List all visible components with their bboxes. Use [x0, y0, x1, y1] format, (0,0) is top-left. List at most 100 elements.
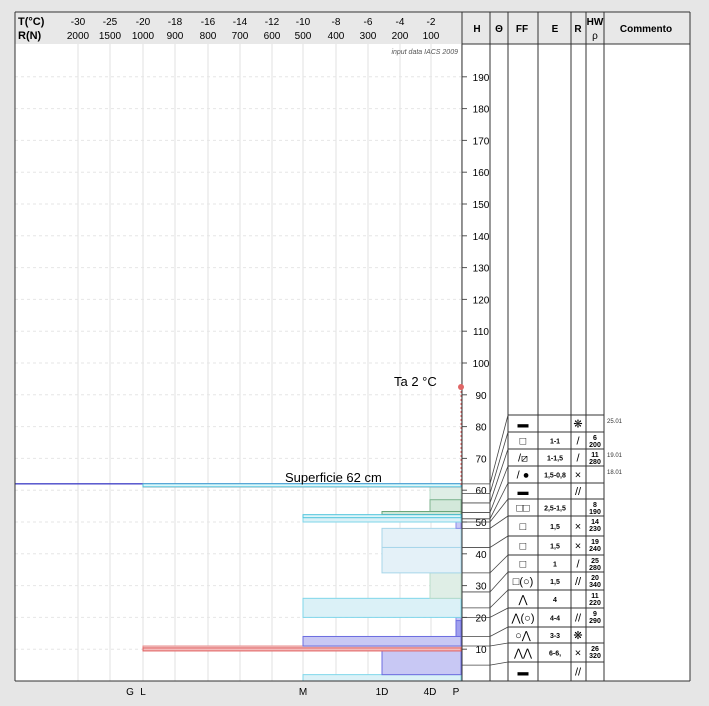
layer-ram-symbol: ❋ — [573, 419, 582, 431]
layer-density-value: 220 — [589, 600, 601, 607]
height-tick-label: 120 — [473, 295, 490, 306]
height-tick-label: 50 — [475, 518, 487, 529]
height-tick-label: 170 — [473, 136, 490, 147]
hardness-bar — [429, 499, 462, 513]
height-tick-label: 110 — [473, 327, 489, 338]
layer-hw-value: 25 — [591, 558, 599, 565]
layer-density-value: 200 — [589, 442, 601, 449]
layer-hw-value: 6 — [593, 435, 597, 442]
layer-grain-form: ▬ — [518, 486, 529, 498]
temperature-tick: -10 — [296, 17, 311, 28]
col-header-HW: HW — [587, 17, 604, 28]
layer-hw-value: 8 — [593, 502, 597, 509]
layer-grain-form: □□ — [516, 503, 530, 515]
hardness-bar — [381, 527, 462, 548]
height-tick-label: 180 — [473, 105, 490, 116]
ram-tick: 1000 — [132, 31, 155, 42]
layer-ram-symbol: // — [575, 486, 582, 498]
hardness-bar — [429, 572, 462, 599]
hardness-label: L — [140, 687, 146, 698]
air-temp-marker — [458, 384, 464, 390]
layer-grain-size: 4 — [553, 597, 557, 604]
layer-grain-form: □ — [520, 436, 527, 448]
ram-tick: 2000 — [67, 31, 90, 42]
layer-grain-size: 1,5 — [550, 524, 560, 531]
ram-tick: 900 — [167, 31, 184, 42]
layer-density-value: 280 — [589, 565, 601, 572]
layer-grain-size: 6-6, — [549, 651, 561, 658]
hardness-bar — [302, 635, 462, 647]
temperature-row-label: T(°C) — [18, 16, 45, 28]
height-tick-label: 140 — [473, 232, 490, 243]
layer-grain-size: 1 — [553, 562, 557, 569]
layer-ram-symbol: // — [575, 613, 582, 625]
layer-density-value: 240 — [589, 546, 601, 553]
hardness-bar — [455, 521, 462, 529]
layer-grain-form: ⋀(○) — [511, 613, 535, 625]
height-tick-label: 90 — [475, 391, 487, 402]
layer-grain-size: 1,5 — [550, 579, 560, 586]
layer-hw-value: 14 — [591, 519, 599, 526]
col-header-theta: Θ — [495, 24, 503, 35]
layer-grain-size: 1,5 — [550, 544, 560, 551]
hardness-bar — [302, 514, 462, 519]
temperature-tick: -25 — [103, 17, 118, 28]
hardness-label: G — [126, 687, 134, 698]
temperature-tick: -14 — [233, 17, 248, 28]
layer-grain-form: ▬ — [518, 667, 529, 679]
temperature-tick: -18 — [168, 17, 183, 28]
temperature-tick: -4 — [396, 17, 405, 28]
ram-tick: 1500 — [99, 31, 122, 42]
layer-ram-symbol: // — [575, 576, 582, 588]
height-tick-label: 130 — [473, 264, 490, 275]
layer-density-value: 290 — [589, 618, 601, 625]
height-tick-label: 160 — [473, 168, 490, 179]
layer-hw-value: 20 — [591, 575, 599, 582]
layer-hw-value: 26 — [591, 646, 599, 653]
layer-grain-form: ○⋀ — [515, 630, 532, 642]
temperature-tick: -2 — [427, 17, 436, 28]
col-header-rho: ρ — [592, 31, 598, 42]
hardness-bar — [302, 674, 462, 682]
layer-comment: 19.01 — [607, 453, 623, 459]
temperature-tick: -12 — [265, 17, 280, 28]
layer-comment: 18.01 — [607, 470, 623, 476]
layer-grain-size: 1,5-0,8 — [544, 473, 566, 480]
layer-grain-form: ⋀⋀ — [513, 648, 533, 660]
hardness-bar — [302, 597, 462, 618]
temperature-tick: -8 — [332, 17, 341, 28]
layer-grain-size: 1-1,5 — [547, 456, 563, 463]
source-note: input data IACS 2009 — [391, 49, 458, 56]
hardness-bar — [381, 546, 462, 574]
layer-hw-value: 11 — [591, 593, 599, 600]
hardness-label: P — [453, 687, 460, 698]
ram-tick: 100 — [423, 31, 440, 42]
col-header-R: R — [574, 24, 582, 35]
height-tick-label: 70 — [475, 454, 487, 465]
snow-profile-chart: 1020304050607080901001101201301401501601… — [14, 11, 691, 698]
layer-density-value: 190 — [589, 509, 601, 516]
ram-tick: 500 — [295, 31, 312, 42]
col-header-H: H — [473, 24, 480, 35]
layer-grain-form: / ● — [517, 470, 530, 482]
layer-comment: 25.01 — [607, 419, 623, 425]
temperature-tick: -6 — [364, 17, 373, 28]
temperature-tick: -16 — [201, 17, 216, 28]
hardness-axis-labels: G L M 1D 4D P — [126, 687, 460, 698]
height-tick-label: 80 — [475, 423, 487, 434]
hardness-bar — [142, 647, 462, 652]
layer-grain-size: 1-1 — [550, 439, 560, 446]
layer-grain-size: 4-4 — [550, 616, 560, 623]
layer-grain-form: □ — [520, 541, 527, 553]
layer-density-value: 230 — [589, 526, 601, 533]
ram-tick: 700 — [232, 31, 249, 42]
layer-grain-form: □ — [520, 521, 527, 533]
ram-row-label: R(N) — [18, 30, 42, 42]
layer-grain-form: ▬ — [518, 419, 529, 431]
layer-hw-value: 11 — [591, 452, 599, 459]
height-tick-label: 60 — [475, 486, 487, 497]
hardness-bar — [381, 648, 462, 676]
layer-grain-size: 2,5-1,5 — [544, 506, 566, 513]
height-tick-label: 100 — [473, 359, 490, 370]
layer-grain-form: □(○) — [513, 576, 534, 588]
